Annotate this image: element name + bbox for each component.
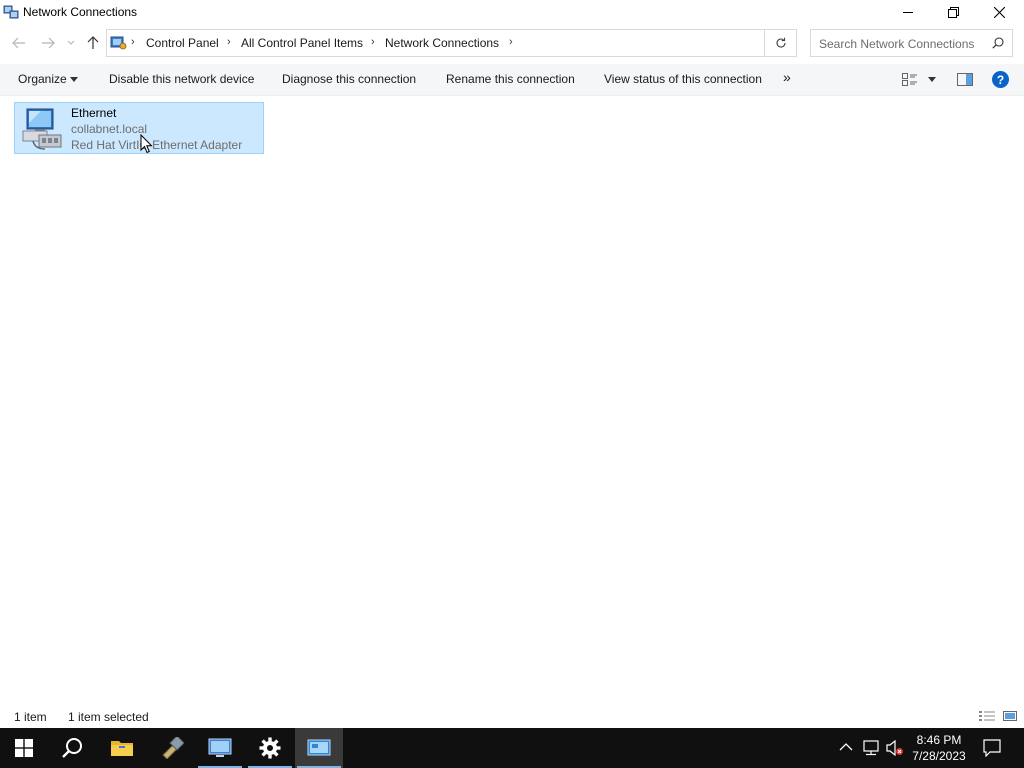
connection-item-ethernet[interactable]: Ethernet collabnet.local Red Hat VirtIO …	[14, 102, 264, 154]
breadcrumb-control-panel[interactable]: Control Panel	[146, 36, 219, 50]
more-commands-button[interactable]: »	[783, 69, 791, 85]
start-button[interactable]	[0, 728, 48, 768]
restore-button[interactable]	[930, 0, 976, 24]
address-bar[interactable]: › Control Panel › All Control Panel Item…	[106, 29, 856, 57]
action-center-icon[interactable]	[983, 739, 1001, 757]
item-count: 1 item	[14, 710, 47, 724]
breadcrumb-separator[interactable]: ›	[131, 36, 135, 48]
remote-desktop-icon	[208, 738, 232, 757]
title-bar: Network Connections	[0, 0, 1024, 24]
taskbar-file-explorer[interactable]	[98, 728, 146, 768]
search-input[interactable]	[819, 35, 987, 52]
volume-muted-icon[interactable]	[886, 740, 904, 756]
back-button[interactable]	[9, 33, 29, 53]
status-bar: 1 item 1 item selected	[0, 706, 1024, 728]
disable-network-device-button[interactable]: Disable this network device	[109, 72, 254, 86]
taskbar-network-window[interactable]	[196, 728, 244, 768]
svg-text:?: ?	[997, 73, 1004, 87]
ethernet-adapter-icon	[22, 108, 62, 150]
change-view-icon[interactable]	[902, 73, 918, 86]
breadcrumb-separator[interactable]: ›	[371, 36, 375, 48]
taskbar-server-manager[interactable]	[148, 728, 196, 768]
clock-date: 7/28/2023	[912, 749, 966, 763]
preview-pane-icon[interactable]	[957, 73, 973, 86]
breadcrumb-network-connections[interactable]: Network Connections	[385, 36, 499, 50]
up-arrow-icon	[87, 36, 99, 49]
view-status-button[interactable]: View status of this connection	[604, 72, 762, 86]
view-options-dropdown-icon[interactable]	[928, 77, 936, 82]
rename-connection-button[interactable]: Rename this connection	[446, 72, 575, 86]
window-title: Network Connections	[23, 5, 138, 19]
help-icon[interactable]: ?	[992, 71, 1009, 88]
mouse-cursor-icon	[140, 134, 153, 154]
recent-locations-button[interactable]	[64, 33, 78, 53]
show-hidden-icons-chevron-icon[interactable]	[839, 743, 853, 751]
network-connections-icon	[307, 739, 331, 756]
chevron-down-icon	[67, 40, 75, 45]
up-button[interactable]	[83, 33, 103, 53]
forward-arrow-icon	[42, 37, 55, 49]
back-arrow-icon	[12, 37, 25, 49]
breadcrumb-separator[interactable]: ›	[509, 36, 513, 48]
network-connections-icon	[3, 5, 19, 19]
taskbar-search-button[interactable]	[48, 728, 96, 768]
folder-icon	[111, 741, 133, 756]
connection-adapter: Red Hat VirtIO Ethernet Adapter	[71, 138, 243, 152]
refresh-icon	[776, 37, 786, 48]
details-view-icon[interactable]	[978, 709, 996, 723]
system-clock[interactable]: 8:46 PM 7/28/2023	[904, 732, 974, 764]
close-button[interactable]	[976, 0, 1022, 24]
search-icon	[62, 738, 82, 758]
organize-menu[interactable]: Organize	[18, 72, 67, 86]
command-bar: Organize Disable this network device Dia…	[0, 64, 1024, 96]
breadcrumb-separator[interactable]: ›	[227, 36, 231, 48]
selection-count: 1 item selected	[68, 710, 149, 724]
restore-icon	[947, 6, 959, 18]
clock-time: 8:46 PM	[916, 733, 962, 747]
refresh-button[interactable]	[764, 29, 797, 57]
organize-dropdown-icon[interactable]	[70, 77, 78, 82]
taskbar: 8:46 PM 7/28/2023	[0, 728, 1024, 768]
search-icon[interactable]	[992, 37, 1004, 49]
breadcrumb-all-control-panel-items[interactable]: All Control Panel Items	[241, 36, 363, 50]
large-icons-view-icon[interactable]	[1001, 709, 1019, 723]
control-panel-icon	[110, 36, 127, 50]
connection-network: collabnet.local	[71, 122, 148, 136]
minimize-button[interactable]	[885, 0, 931, 24]
file-list-pane[interactable]: Ethernet collabnet.local Red Hat VirtIO …	[0, 96, 1024, 706]
forward-button[interactable]	[38, 33, 58, 53]
taskbar-settings[interactable]	[246, 728, 294, 768]
diagnose-connection-button[interactable]: Diagnose this connection	[282, 72, 416, 86]
close-icon	[993, 6, 1005, 18]
connection-name: Ethernet	[71, 106, 117, 120]
minimize-icon	[903, 12, 913, 13]
search-box[interactable]	[810, 29, 1013, 57]
windows-logo-icon	[15, 739, 33, 757]
gear-icon	[259, 737, 281, 759]
taskbar-network-connections[interactable]	[295, 728, 343, 768]
network-tray-icon[interactable]	[862, 740, 880, 756]
server-tool-icon	[162, 737, 184, 759]
